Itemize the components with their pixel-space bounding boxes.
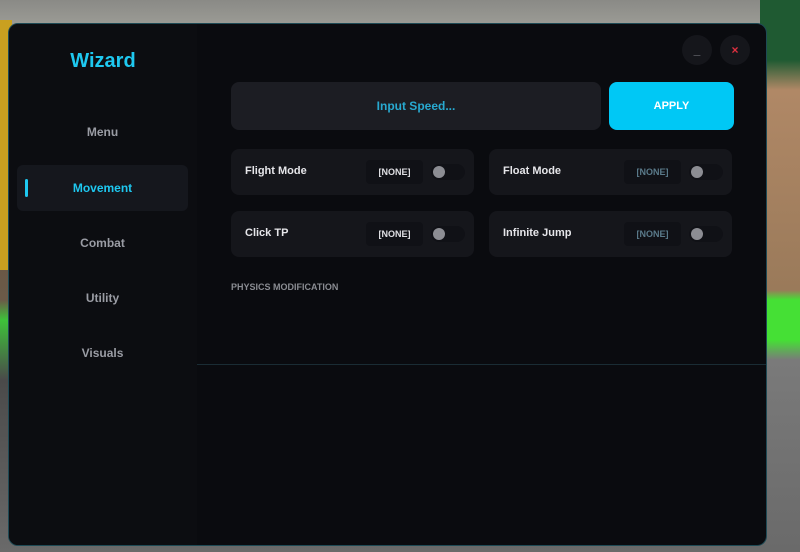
- sidebar-item-visuals[interactable]: Visuals: [17, 330, 188, 376]
- speed-input-placeholder: Input Speed...: [376, 99, 456, 113]
- speed-input[interactable]: Input Speed...: [231, 82, 601, 130]
- keybind-button[interactable]: [NONE]: [624, 160, 681, 184]
- toggle-knob: [691, 228, 703, 240]
- minimize-icon: _: [693, 43, 701, 57]
- app-title: Wizard: [70, 50, 136, 72]
- close-button[interactable]: ×: [720, 35, 750, 65]
- apply-button[interactable]: APPLY: [609, 82, 734, 130]
- keybind-button[interactable]: [NONE]: [366, 160, 423, 184]
- sidebar-item-label: Menu: [86, 125, 119, 139]
- sidebar-item-utility[interactable]: Utility: [17, 275, 188, 321]
- toggle-label: Infinite Jump: [503, 227, 572, 239]
- sidebar-item-label: Combat: [80, 236, 125, 250]
- toggle-label: Float Mode: [503, 165, 562, 177]
- close-icon: ×: [731, 43, 739, 57]
- toggle-card-float-mode: Float Mode [NONE]: [489, 149, 732, 195]
- toggle-knob: [433, 228, 445, 240]
- toggle-card-click-tp: Click TP [NONE]: [231, 211, 474, 257]
- sidebar-item-label: Movement: [72, 181, 133, 195]
- sidebar-item-menu[interactable]: Menu: [17, 109, 188, 155]
- sidebar-item-label: Utility: [85, 291, 120, 305]
- active-indicator: [25, 179, 28, 197]
- toggle-switch[interactable]: [431, 164, 465, 180]
- toggle-switch[interactable]: [689, 164, 723, 180]
- section-heading-physics: PHYSICS MODIFICATION: [231, 282, 339, 292]
- toggle-label: Click TP: [245, 227, 289, 239]
- divider: [197, 364, 766, 365]
- sidebar-item-label: Visuals: [81, 346, 124, 360]
- wizard-window: Wizard Menu Movement Combat Utility Visu…: [8, 23, 767, 546]
- toggle-switch[interactable]: [689, 226, 723, 242]
- sidebar-item-movement[interactable]: Movement: [17, 165, 188, 211]
- toggle-card-flight-mode: Flight Mode [NONE]: [231, 149, 474, 195]
- keybind-button[interactable]: [NONE]: [366, 222, 423, 246]
- sidebar: Wizard Menu Movement Combat Utility Visu…: [9, 24, 197, 545]
- toggle-card-infinite-jump: Infinite Jump [NONE]: [489, 211, 732, 257]
- apply-label: APPLY: [653, 100, 690, 112]
- keybind-button[interactable]: [NONE]: [624, 222, 681, 246]
- toggle-knob: [433, 166, 445, 178]
- sidebar-item-combat[interactable]: Combat: [17, 220, 188, 266]
- toggle-label: Flight Mode: [245, 165, 307, 177]
- minimize-button[interactable]: _: [682, 35, 712, 65]
- toggle-switch[interactable]: [431, 226, 465, 242]
- toggle-knob: [691, 166, 703, 178]
